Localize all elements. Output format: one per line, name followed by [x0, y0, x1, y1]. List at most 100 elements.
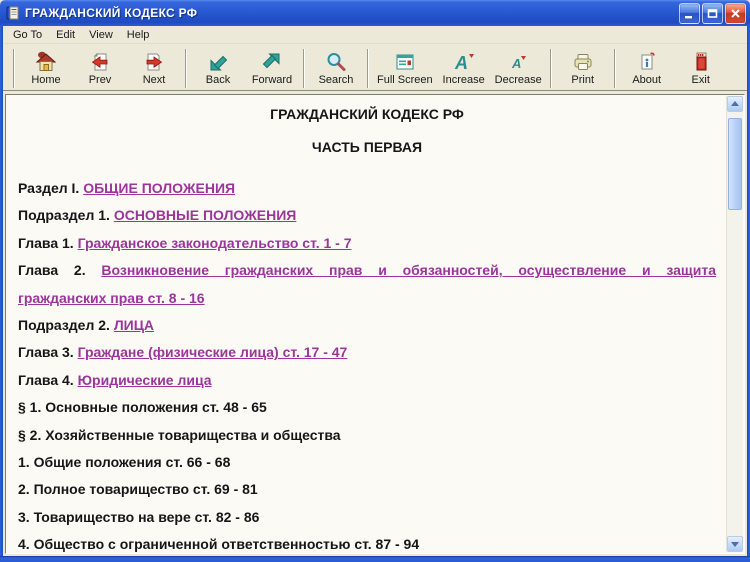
scroll-down-button[interactable] [727, 536, 743, 552]
toc-prefix: Глава 3. [18, 344, 74, 361]
toc-link[interactable]: Гражданское законодательство ст. 1 - 7 [78, 235, 352, 251]
full-screen-icon [393, 49, 417, 74]
search-button[interactable]: Search [309, 48, 363, 90]
toc-text: 3. Товарищество на вере ст. 82 - 86 [18, 508, 260, 525]
toc-text: 1. Общие положения ст. 66 - 68 [18, 454, 231, 471]
back-arrow-icon [206, 49, 230, 74]
toc-line: 4. Общество с ограниченной ответственнос… [18, 531, 716, 552]
toc-line: Глава 1. Гражданское законодательство ст… [18, 230, 716, 257]
toolbar-separator [367, 49, 369, 88]
decrease-font-label: Decrease [494, 74, 542, 86]
toc-link[interactable]: Юридические лица [78, 372, 212, 388]
window-controls [679, 2, 746, 24]
scroll-up-icon [731, 101, 739, 106]
toc-prefix: Раздел I. [18, 180, 80, 196]
prev-button[interactable]: Prev [73, 48, 127, 90]
print-icon [571, 49, 595, 74]
print-button[interactable]: Print [556, 48, 610, 90]
toc-line: 3. Товарищество на вере ст. 82 - 86 [18, 504, 716, 531]
decrease-font-icon: A [506, 49, 530, 74]
toc-prefix: Подраздел 2. [18, 317, 110, 334]
toc-link[interactable]: ОСНОВНЫЕ ПОЛОЖЕНИЯ [114, 207, 297, 223]
decrease-font-button[interactable]: A Decrease [491, 48, 546, 90]
vertical-scrollbar[interactable] [726, 96, 743, 552]
toc-line-continuation: гражданских прав ст. 8 - 16 [18, 285, 716, 312]
scroll-up-button[interactable] [727, 96, 743, 112]
menu-goto[interactable]: Go To [6, 27, 49, 43]
forward-label: Forward [251, 74, 293, 86]
app-book-icon[interactable] [5, 5, 21, 21]
menu-edit[interactable]: Edit [49, 27, 82, 43]
toc-line: Раздел I. ОБЩИЕ ПОЛОЖЕНИЯ [18, 175, 716, 202]
home-label: Home [31, 74, 61, 86]
close-icon [731, 8, 740, 18]
toc-link[interactable]: Возникновение гражданских прав и обязанн… [101, 262, 716, 278]
window-title: ГРАЖДАНСКИЙ КОДЕКС РФ [25, 6, 198, 20]
toc-link[interactable]: Граждане (физические лица) ст. 17 - 47 [78, 344, 348, 360]
toc-line: Подраздел 2. ЛИЦА [18, 312, 716, 339]
next-page-icon [142, 49, 166, 74]
toolbar-separator [185, 49, 187, 88]
toc-line: 2. Полное товарищество ст. 69 - 81 [18, 476, 716, 503]
about-icon [635, 49, 659, 74]
toc-prefix: Подраздел 1. [18, 207, 110, 224]
toc-text: 4. Общество с ограниченной ответственнос… [18, 536, 420, 552]
home-icon [34, 49, 58, 74]
toc-prefix: Глава 1. [18, 234, 74, 251]
scrollbar-thumb[interactable] [728, 118, 742, 210]
maximize-icon [707, 8, 718, 18]
search-icon [324, 49, 348, 74]
app-window: ГРАЖДАНСКИЙ КОДЕКС РФ Go To Edit View He… [0, 0, 750, 562]
exit-button[interactable]: Exit [674, 48, 728, 90]
toc-link[interactable]: ЛИЦА [114, 317, 154, 333]
minimize-button[interactable] [679, 2, 700, 24]
toc-line: 1. Общие положения ст. 66 - 68 [18, 449, 716, 476]
back-button[interactable]: Back [191, 48, 245, 90]
home-button[interactable]: Home [19, 48, 73, 90]
toc-text: 2. Полное товарищество ст. 69 - 81 [18, 481, 258, 498]
toc-line: Глава 4. Юридические лица [18, 367, 716, 394]
next-label: Next [142, 74, 166, 86]
menu-view[interactable]: View [82, 27, 120, 43]
window-frame-bottom [0, 556, 750, 562]
full-screen-button[interactable]: Full Screen [373, 48, 437, 90]
svg-text:A: A [454, 53, 468, 73]
toc-text: § 1. Основные положения ст. 48 - 65 [18, 399, 267, 416]
toc-text: § 2. Хозяйственные товарищества и общест… [18, 426, 341, 443]
toc-line: Глава 2. Возникновение гражданских прав … [18, 257, 716, 284]
maximize-button[interactable] [702, 2, 723, 24]
menu-help[interactable]: Help [120, 27, 157, 43]
toc-link[interactable]: гражданских прав ст. 8 - 16 [18, 290, 205, 306]
document-title: ГРАЖДАНСКИЙ КОДЕКС РФ [270, 106, 464, 122]
increase-font-button[interactable]: A Increase [437, 48, 491, 90]
menu-bar: Go To Edit View Help [3, 26, 747, 44]
toc-line: § 2. Хозяйственные товарищества и общест… [18, 422, 716, 449]
exit-label: Exit [691, 74, 710, 86]
toolbar-separator [303, 49, 305, 88]
search-label: Search [318, 74, 354, 86]
about-button[interactable]: About [620, 48, 674, 90]
forward-button[interactable]: Forward [245, 48, 299, 90]
full-screen-label: Full Screen [377, 74, 433, 86]
increase-font-icon: A [452, 49, 476, 74]
exit-icon [689, 49, 713, 74]
toolbar-separator [549, 49, 552, 88]
back-label: Back [205, 74, 231, 86]
toc-line: Подраздел 1. ОСНОВНЫЕ ПОЛОЖЕНИЯ [18, 202, 716, 229]
print-label: Print [571, 74, 595, 86]
toc-line: Глава 3. Граждане (физические лица) ст. … [18, 339, 716, 366]
scroll-down-icon [731, 542, 739, 547]
toc-link[interactable]: ОБЩИЕ ПОЛОЖЕНИЯ [83, 180, 235, 196]
toolbar-separator [13, 49, 15, 88]
svg-text:A: A [511, 56, 521, 71]
about-label: About [632, 74, 662, 86]
close-button[interactable] [725, 2, 746, 24]
toolbar-separator [613, 49, 616, 88]
prev-page-icon [88, 49, 112, 74]
document-subtitle: ЧАСТЬ ПЕРВАЯ [311, 139, 423, 155]
next-button[interactable]: Next [127, 48, 181, 90]
forward-arrow-icon [260, 49, 284, 74]
increase-font-label: Increase [442, 74, 485, 86]
minimize-icon [685, 15, 692, 18]
table-of-contents: Раздел I. ОБЩИЕ ПОЛОЖЕНИЯ Подраздел 1. ОС… [18, 175, 716, 552]
